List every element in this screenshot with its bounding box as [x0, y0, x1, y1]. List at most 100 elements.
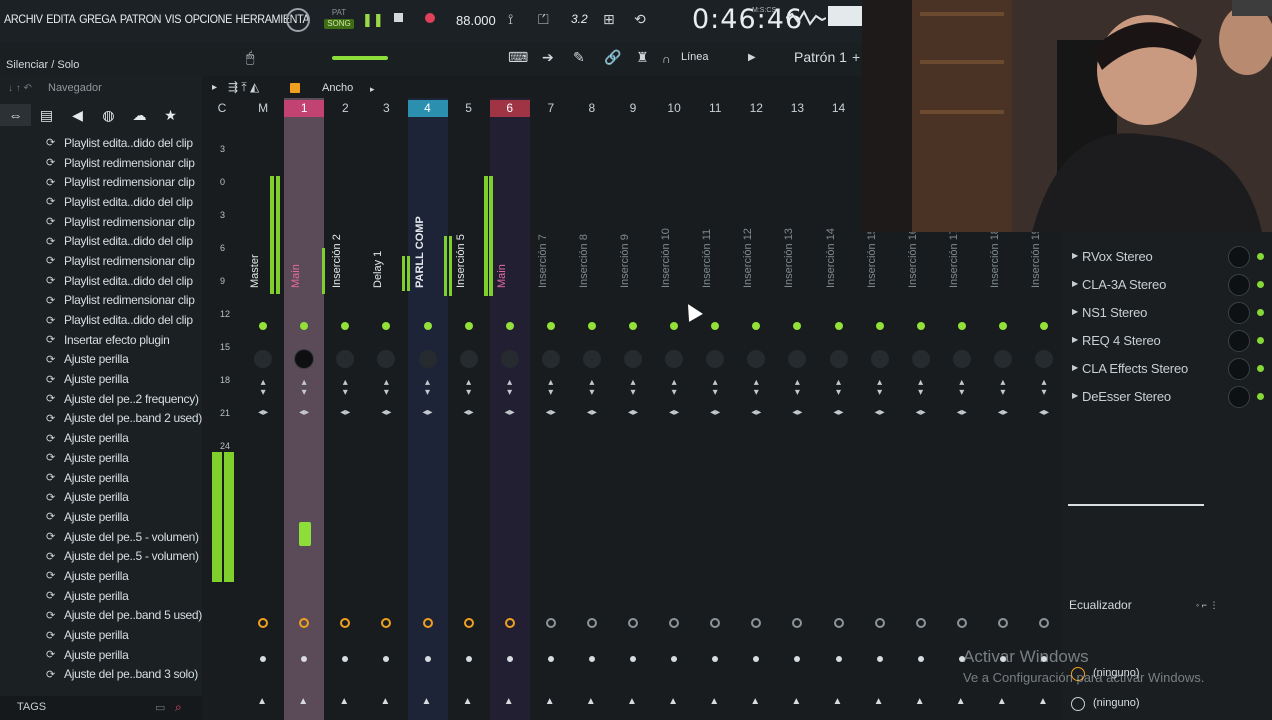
route-dot[interactable] [588, 656, 595, 662]
enable-led[interactable] [382, 322, 391, 330]
track-name[interactable]: Inserción 13 [783, 218, 797, 288]
route-arrow-icon[interactable]: ▲ [750, 696, 760, 707]
route-arrow-icon[interactable]: ▲ [874, 696, 884, 707]
track-name[interactable]: Delay 1 [372, 218, 386, 288]
route-arrow-icon[interactable]: ▲ [257, 696, 267, 707]
history-item[interactable]: ⟳ Insertar efecto plugin [0, 330, 202, 350]
send-knob[interactable] [586, 618, 597, 628]
pan-knob[interactable] [295, 350, 314, 368]
stop-button[interactable] [394, 13, 403, 22]
route-arrow-icon[interactable]: ▲ [422, 696, 432, 707]
send-knob[interactable] [422, 618, 433, 628]
route-dot[interactable] [342, 656, 349, 662]
history-item[interactable]: ⟳ Playlist edita..dido del clip [0, 271, 202, 291]
route-arrow-icon[interactable]: ▲ [709, 696, 719, 707]
tempo-display[interactable]: 88.000 [456, 13, 496, 28]
play-pause-button[interactable]: ❚❚ [362, 12, 384, 28]
history-item[interactable]: ⟳ Ajuste del pe..band 3 solo) [0, 665, 202, 685]
enable-led[interactable] [587, 322, 596, 330]
route-dot[interactable] [630, 656, 636, 662]
send-knob[interactable] [833, 618, 844, 628]
pattern-selector[interactable]: Patrón 1 [794, 49, 847, 65]
track-name[interactable]: Inserción 10 [660, 218, 674, 288]
add-pattern-button[interactable]: + [852, 50, 860, 64]
stereo-separation-icon[interactable]: ▴ ▾ ◂▸ [366, 378, 406, 418]
menu-file[interactable]: ARCHIV [4, 12, 43, 26]
pan-knob[interactable] [870, 350, 889, 368]
enable-led[interactable] [998, 322, 1007, 330]
stamp-icon[interactable]: ♜ [636, 50, 649, 64]
pan-knob[interactable] [788, 350, 807, 368]
enable-led[interactable] [505, 322, 514, 330]
pan-knob[interactable] [541, 350, 560, 368]
route-dot[interactable] [917, 656, 924, 662]
history-item[interactable]: ⟳ Playlist edita..dido del clip [0, 133, 202, 153]
send-knob[interactable] [751, 618, 762, 628]
star-icon[interactable]: ★ [155, 104, 186, 126]
history-item[interactable]: ⟳ Ajuste del pe..band 2 used) [0, 409, 202, 429]
stereo-separation-icon[interactable]: ▴ ▾ ◂▸ [777, 378, 817, 418]
history-item[interactable]: ⟳ Ajuste perilla [0, 428, 202, 448]
history-item[interactable]: ⟳ Playlist edita..dido del clip [0, 231, 202, 251]
history-item[interactable]: ⟳ Ajuste del pe..band 5 used) [0, 606, 202, 626]
mixer-strip[interactable]: 9 Inserción 9 ▴ ▾ ◂▸ ▲ [613, 98, 653, 720]
menu-edit[interactable]: EDITA [46, 12, 76, 26]
track-name[interactable]: PARLL COMP [414, 216, 428, 288]
stereo-separation-icon[interactable]: ▴ ▾ ◂▸ [695, 378, 735, 418]
mixer-strip[interactable]: 11 Inserción 11 ▴ ▾ ◂▸ ▲ [695, 98, 735, 720]
pan-knob[interactable] [254, 350, 273, 368]
mixer-strip[interactable]: 8 Inserción 8 ▴ ▾ ◂▸ ▲ [572, 98, 612, 720]
route-arrow-icon[interactable]: ▲ [997, 696, 1007, 707]
pan-knob[interactable] [829, 350, 848, 368]
stereo-separation-icon[interactable]: ▴ ▾ ◂▸ [531, 378, 571, 418]
keyboard-icon[interactable]: ⌨ [508, 50, 528, 64]
plugin-slot[interactable]: ▶ RVox Stereo [1062, 244, 1272, 272]
loop-record-icon[interactable]: ⟲ [634, 12, 646, 26]
pan-knob[interactable] [459, 350, 478, 368]
send-knob[interactable] [710, 618, 721, 628]
route-dot[interactable] [794, 656, 801, 662]
route-arrow-icon[interactable]: ▲ [586, 696, 596, 707]
menu-add[interactable]: GREGA [79, 12, 117, 26]
stereo-separation-icon[interactable]: ▴ ▾ ◂▸ [325, 378, 365, 418]
send-knob[interactable] [340, 618, 351, 628]
plugin-enable-led[interactable] [1257, 309, 1264, 316]
route-arrow-icon[interactable]: ▲ [668, 696, 678, 707]
pan-knob[interactable] [582, 350, 601, 368]
stereo-separation-icon[interactable]: ▴ ▾ ◂▸ [736, 378, 776, 418]
mixer-strip[interactable]: 7 Inserción 7 ▴ ▾ ◂▸ ▲ [531, 98, 571, 720]
route-arrow-icon[interactable]: ▲ [833, 696, 843, 707]
history-item[interactable]: ⟳ Ajuste perilla [0, 350, 202, 370]
plugin-enable-led[interactable] [1257, 253, 1264, 260]
track-name[interactable]: Inserción 8 [578, 218, 592, 288]
plugin-slot[interactable]: ▶ NS1 Stereo [1062, 300, 1272, 328]
history-item[interactable]: ⟳ Ajuste perilla [0, 487, 202, 507]
mixer-strip[interactable]: 13 Inserción 13 ▴ ▾ ◂▸ ▲ [777, 98, 817, 720]
route-dot[interactable] [835, 656, 842, 662]
enable-led[interactable] [670, 322, 679, 330]
step-display[interactable]: 3.2 [571, 12, 588, 26]
send-knob[interactable] [669, 618, 680, 628]
track-name[interactable]: Inserción 5 [455, 218, 469, 288]
all-icon[interactable]: ⇔ [0, 104, 31, 126]
cloud-icon[interactable]: ☁ [124, 104, 155, 126]
stereo-separation-icon[interactable]: ▴ ▾ ◂▸ [243, 378, 283, 418]
pan-knob[interactable] [418, 350, 437, 368]
mixer-strip[interactable]: 14 Inserción 14 ▴ ▾ ◂▸ ▲ [819, 98, 859, 720]
pan-knob[interactable] [1035, 350, 1053, 368]
enable-led[interactable] [259, 322, 268, 330]
brush-icon[interactable]: ✎ [573, 50, 585, 64]
enable-led[interactable] [464, 322, 473, 330]
send-knob[interactable] [504, 618, 515, 628]
stereo-separation-icon[interactable]: ▴ ▾ ◂▸ [1024, 378, 1062, 418]
stereo-separation-icon[interactable]: ▴ ▾ ◂▸ [572, 378, 612, 418]
stereo-separation-icon[interactable]: ▴ ▾ ◂▸ [490, 378, 530, 418]
enable-led[interactable] [752, 322, 761, 330]
route-arrow-icon[interactable]: ▲ [915, 696, 925, 707]
menu-view[interactable]: VIS [165, 12, 182, 26]
enable-led[interactable] [546, 322, 555, 330]
pan-knob[interactable] [952, 350, 971, 368]
nav-arrows-icon[interactable]: ↓ ↑ ↶ [8, 82, 32, 96]
route-dot[interactable] [424, 656, 431, 662]
route-arrow-icon[interactable]: ▲ [380, 696, 390, 707]
